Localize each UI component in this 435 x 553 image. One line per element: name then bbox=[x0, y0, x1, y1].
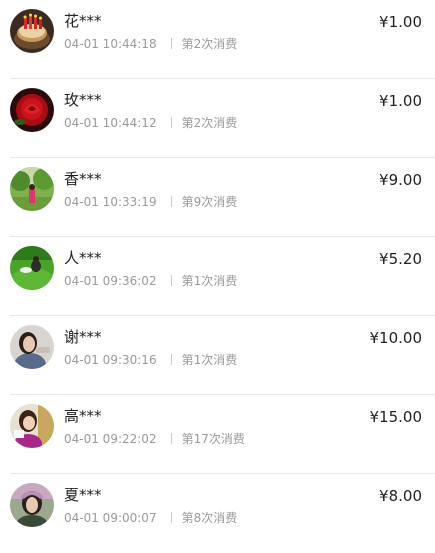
list-item[interactable]: 花*** 04-01 10:44:18 第2次消费 ¥1.00 bbox=[0, 0, 435, 79]
record-meta: 04-01 09:22:02 第17次消费 bbox=[64, 431, 245, 447]
visit-count: 第2次消费 bbox=[181, 37, 238, 51]
record-time: 04-01 10:44:18 bbox=[64, 37, 157, 51]
list-item[interactable]: 高*** 04-01 09:22:02 第17次消费 ¥15.00 bbox=[0, 395, 435, 474]
record-time: 04-01 09:00:07 bbox=[64, 511, 157, 525]
record-meta: 04-01 09:00:07 第8次消费 bbox=[64, 510, 237, 526]
list-item[interactable]: 谢*** 04-01 09:30:16 第1次消费 ¥10.00 bbox=[0, 316, 435, 395]
park-avatar-icon bbox=[10, 167, 54, 211]
list-item[interactable]: 夏*** 04-01 09:00:07 第8次消费 ¥8.00 bbox=[0, 474, 435, 553]
customer-name: 夏*** bbox=[64, 486, 102, 504]
girl-avatar-icon bbox=[10, 404, 54, 448]
amount: ¥1.00 bbox=[379, 13, 422, 31]
visit-count: 第1次消费 bbox=[181, 353, 238, 367]
portrait-avatar-icon bbox=[10, 483, 54, 527]
customer-name: 谢*** bbox=[64, 328, 102, 346]
visit-count: 第8次消费 bbox=[181, 511, 238, 525]
record-time: 04-01 10:33:19 bbox=[64, 195, 157, 209]
record-meta: 04-01 10:44:12 第2次消费 bbox=[64, 115, 237, 131]
divider bbox=[170, 38, 172, 49]
list-item[interactable]: 香*** 04-01 10:33:19 第9次消费 ¥9.00 bbox=[0, 158, 435, 237]
record-time: 04-01 10:44:12 bbox=[64, 116, 157, 130]
customer-name: 玫*** bbox=[64, 91, 102, 109]
amount: ¥8.00 bbox=[379, 487, 422, 505]
divider bbox=[170, 196, 172, 207]
amount: ¥15.00 bbox=[369, 408, 423, 426]
consumption-list: 花*** 04-01 10:44:18 第2次消费 ¥1.00 玫*** 04-0… bbox=[0, 0, 435, 553]
list-item[interactable]: 玫*** 04-01 10:44:12 第2次消费 ¥1.00 bbox=[0, 79, 435, 158]
record-time: 04-01 09:22:02 bbox=[64, 432, 157, 446]
record-meta: 04-01 09:30:16 第1次消费 bbox=[64, 352, 237, 368]
cake-avatar-icon bbox=[10, 9, 54, 53]
visit-count: 第1次消费 bbox=[181, 274, 238, 288]
amount: ¥5.20 bbox=[379, 250, 422, 268]
amount: ¥1.00 bbox=[379, 92, 422, 110]
divider bbox=[170, 275, 172, 286]
record-meta: 04-01 09:36:02 第1次消费 bbox=[64, 273, 237, 289]
record-time: 04-01 09:36:02 bbox=[64, 274, 157, 288]
divider bbox=[170, 433, 172, 444]
grass-avatar-icon bbox=[10, 246, 54, 290]
rose-avatar-icon bbox=[10, 88, 54, 132]
woman-avatar-icon bbox=[10, 325, 54, 369]
visit-count: 第2次消费 bbox=[181, 116, 238, 130]
divider bbox=[170, 354, 172, 365]
visit-count: 第17次消费 bbox=[181, 432, 245, 446]
customer-name: 花*** bbox=[64, 12, 102, 30]
record-meta: 04-01 10:44:18 第2次消费 bbox=[64, 36, 237, 52]
amount: ¥10.00 bbox=[369, 329, 423, 347]
customer-name: 人*** bbox=[64, 249, 102, 267]
customer-name: 香*** bbox=[64, 170, 102, 188]
visit-count: 第9次消费 bbox=[181, 195, 238, 209]
record-time: 04-01 09:30:16 bbox=[64, 353, 157, 367]
divider bbox=[170, 117, 172, 128]
customer-name: 高*** bbox=[64, 407, 102, 425]
record-meta: 04-01 10:33:19 第9次消费 bbox=[64, 194, 237, 210]
amount: ¥9.00 bbox=[379, 171, 422, 189]
list-item[interactable]: 人*** 04-01 09:36:02 第1次消费 ¥5.20 bbox=[0, 237, 435, 316]
divider bbox=[170, 512, 172, 523]
